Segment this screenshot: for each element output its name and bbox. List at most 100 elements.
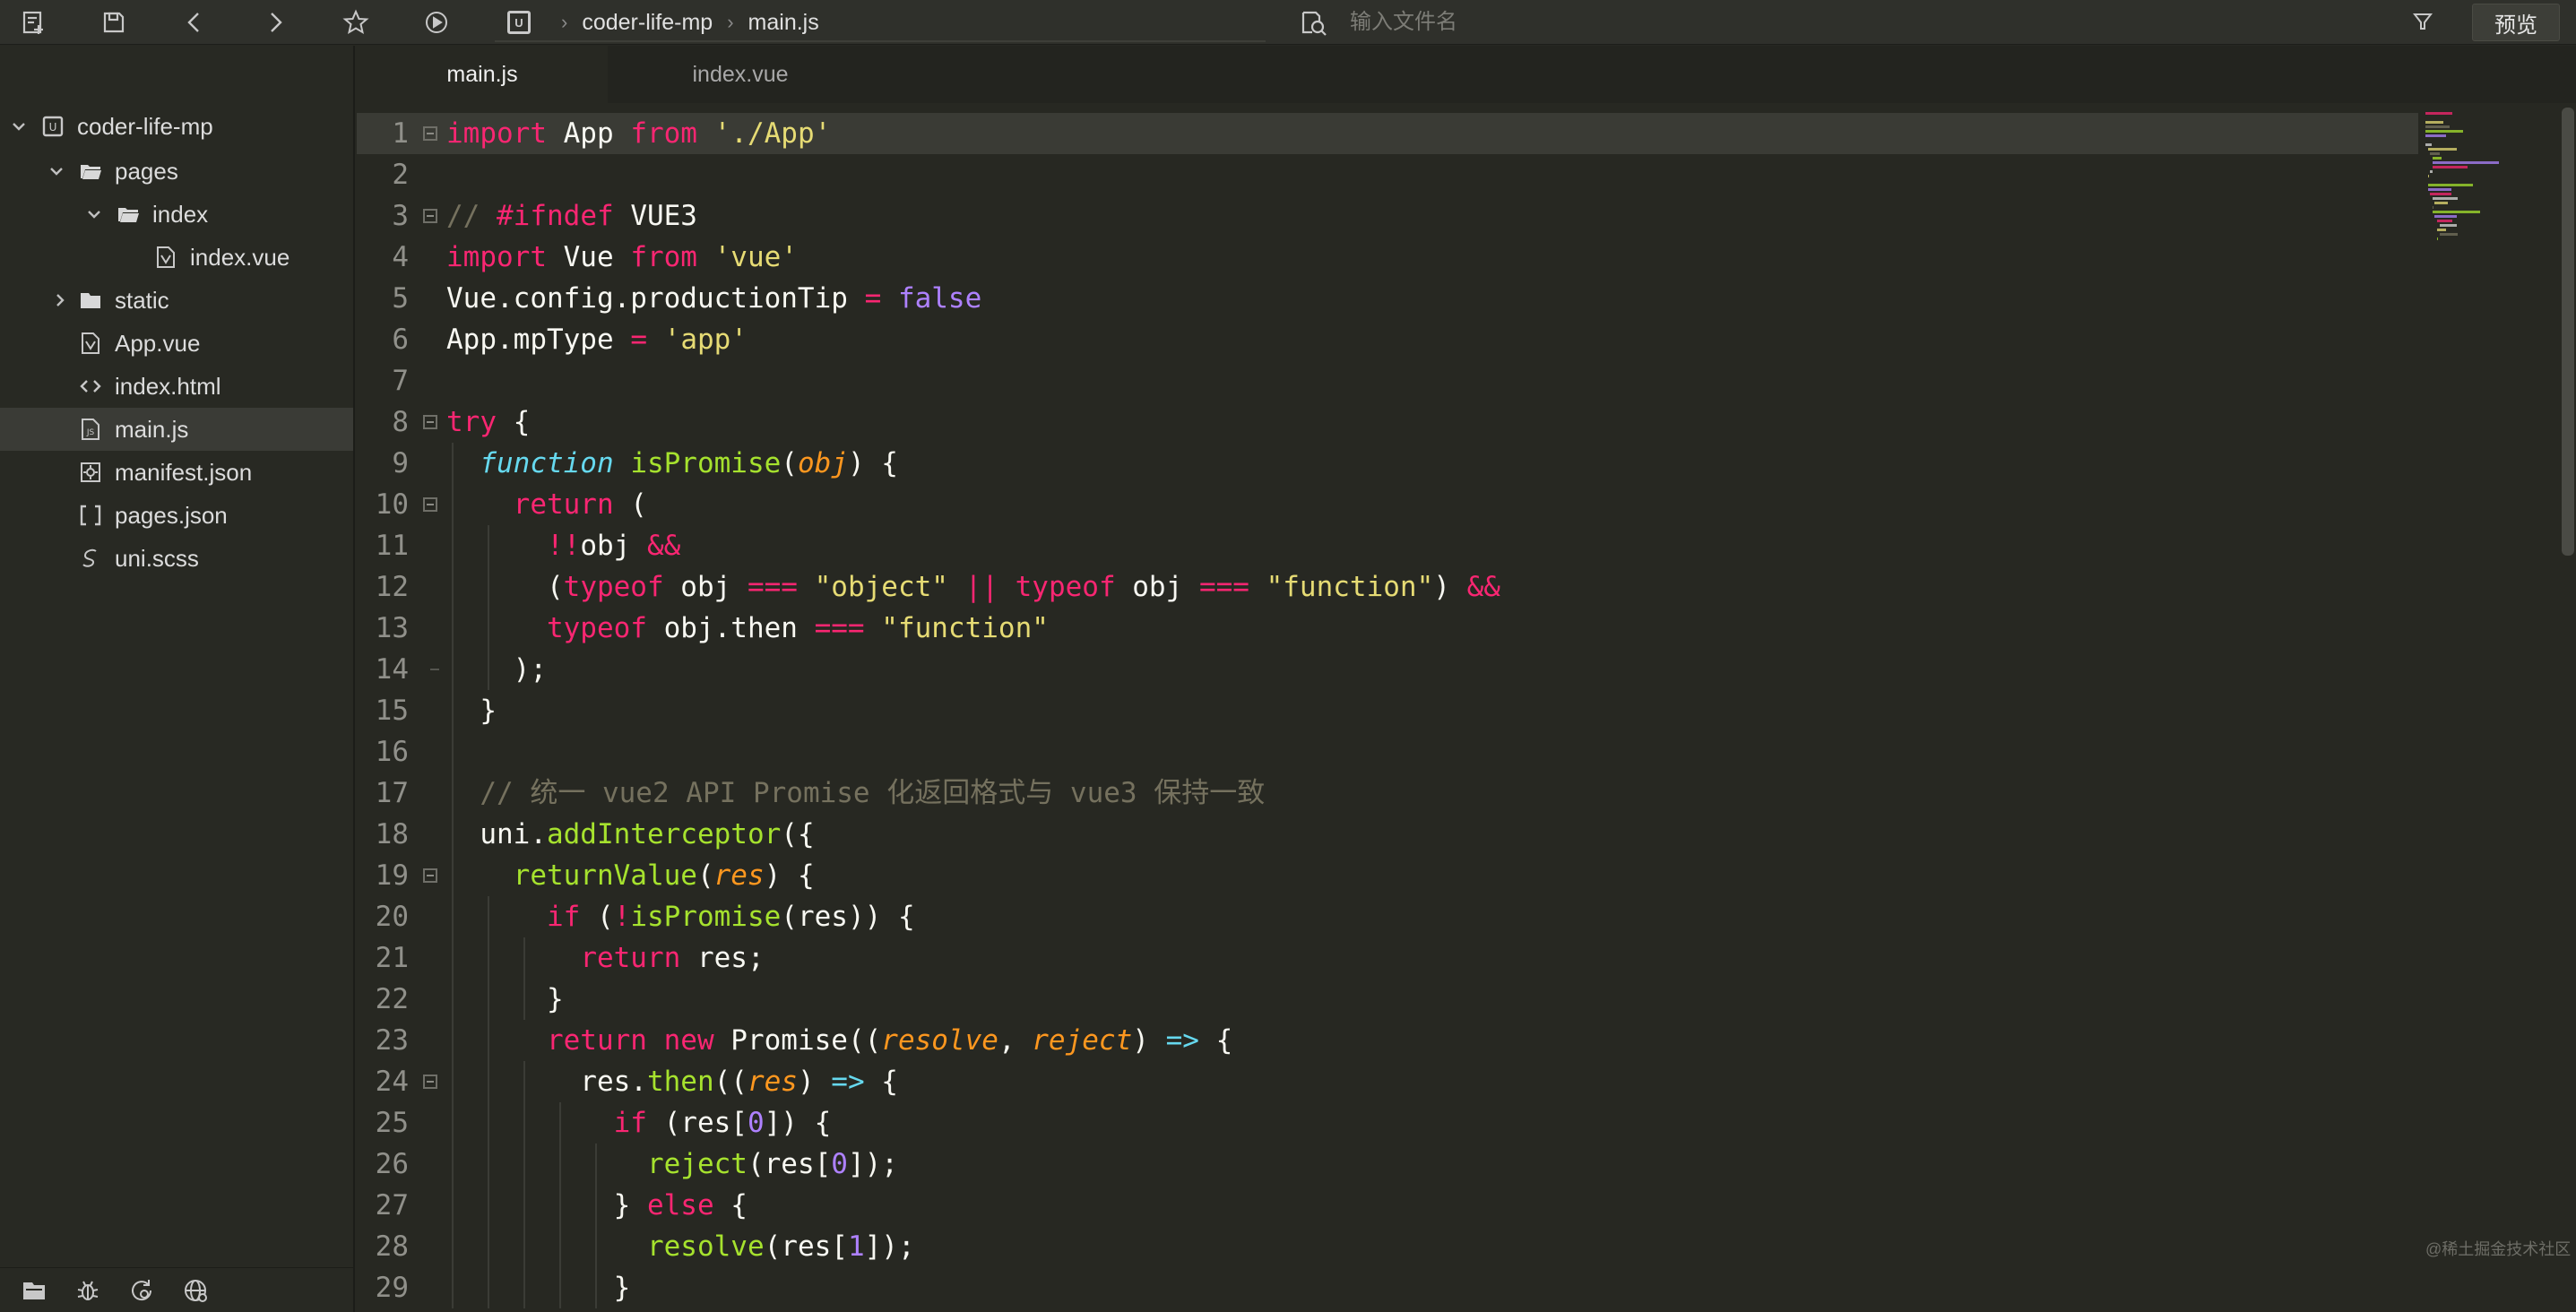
code-line[interactable]: 26 reject(res[0]); [357,1144,2418,1185]
tab-main-js[interactable]: main.js [357,46,608,103]
minimap-line [2434,202,2448,204]
file-search-input[interactable] [1350,10,2246,35]
code-text: try { [446,406,531,438]
line-number: 20 [375,901,409,933]
breadcrumb-project[interactable]: coder-life-mp [582,10,713,36]
minimap-line [2439,233,2459,236]
tree-item-manifest-json[interactable]: manifest.json [0,451,353,494]
minimap-line [2427,188,2451,191]
chevron-right-icon: › [727,11,734,33]
code-line[interactable]: 29 } [357,1267,2418,1308]
code-text: function isPromise(obj) { [480,447,898,479]
run-icon[interactable] [419,5,454,39]
minimap[interactable] [2425,103,2560,408]
code-editor[interactable]: 1 import App from './App' 2 3// #ifndef VUE… [357,103,2418,1312]
code-line[interactable]: 22 } [357,979,2418,1020]
code-line[interactable]: 23 return new Promise((resolve, reject) … [357,1020,2418,1061]
line-number: 21 [375,942,409,974]
fold-toggle-icon[interactable] [423,497,437,512]
tree-item-index-html[interactable]: index.html [0,365,353,408]
code-line[interactable]: 9 function isPromise(obj) { [357,443,2418,484]
tree-item-label: coder-life-mp [77,112,213,140]
code-line[interactable]: 12 (typeof obj === "object" || typeof ob… [357,566,2418,608]
code-text: import App from './App' [446,117,832,150]
code-line[interactable]: 2 [357,154,2418,195]
code-line[interactable]: 6 App.mpType = 'app' [357,319,2418,360]
tab-index-vue[interactable]: index.vue [615,46,866,103]
code-line[interactable]: 19 returnValue(res) { [357,855,2418,896]
code-line[interactable]: 25 if (res[0]) { [357,1102,2418,1144]
line-number: 17 [375,777,409,809]
line-number: 19 [375,859,409,892]
tree-item-main-js[interactable]: JS main.js [0,408,353,451]
fold-toggle-icon[interactable] [423,415,437,429]
vertical-scrollbar[interactable] [2562,108,2574,556]
tree-item-app-vue[interactable]: App.vue [0,322,353,365]
tree-item-pages[interactable]: pages [0,150,353,193]
tree-item-static[interactable]: static [0,279,353,322]
watermark: @稀土掘金技术社区 [2425,1240,2572,1258]
vue-file-icon [154,246,177,269]
breadcrumb-file[interactable]: main.js [748,10,819,36]
back-icon[interactable] [177,5,212,39]
preview-button[interactable]: 预览 [2472,4,2560,41]
code-line[interactable]: 17 // 统一 vue2 API Promise 化返回格式与 vue3 保持… [357,773,2418,814]
folder-icon [79,289,102,312]
code-line[interactable]: 24 res.then((res) => { [357,1061,2418,1102]
code-line[interactable]: 21 return res; [357,937,2418,979]
code-line[interactable]: 18 uni.addInterceptor({ [357,814,2418,855]
code-line[interactable]: 16 [357,731,2418,773]
code-line[interactable]: 3 // #ifndef VUE3 [357,195,2418,237]
browser-icon[interactable] [169,1268,222,1312]
line-number: 14 [375,653,409,686]
sidebar-footer [0,1267,353,1312]
save-icon[interactable] [97,5,131,39]
line-number: 27 [375,1189,409,1221]
code-line[interactable]: 5 Vue.config.productionTip = false [357,278,2418,319]
tree-item-index-vue[interactable]: index.vue [0,236,353,279]
chevron-right-icon[interactable] [50,290,70,310]
line-number: 15 [375,695,409,727]
code-line[interactable]: 7 [357,360,2418,401]
chevron-down-icon[interactable] [9,117,29,136]
filter-icon[interactable] [2412,11,2433,32]
code-line[interactable]: 13 typeof obj.then === "function" [357,608,2418,649]
bug-icon[interactable] [61,1268,115,1312]
tree-item-index-folder[interactable]: index [0,193,353,236]
code-text: return res; [580,942,765,974]
toolbar: U › coder-life-mp › main.js 预览 [0,0,2576,45]
star-icon[interactable] [339,5,373,39]
minimap-line [2425,130,2463,133]
minimap-line [2439,224,2458,227]
fold-toggle-icon[interactable] [423,1075,437,1089]
fold-toggle-icon[interactable] [423,209,437,223]
chevron-down-icon[interactable] [47,161,66,181]
fold-toggle-icon[interactable] [423,868,437,883]
tree-item-project[interactable]: U coder-life-mp [0,105,353,148]
folder-icon[interactable] [7,1268,61,1312]
new-file-icon[interactable] [16,5,50,39]
tree-item-uni-scss[interactable]: uni.scss [0,537,353,580]
code-line[interactable]: 4 import Vue from 'vue' [357,237,2418,278]
refresh-globe-icon[interactable] [115,1268,169,1312]
code-line[interactable]: 15 } [357,690,2418,731]
folder-open-icon [117,203,140,226]
code-line[interactable]: 27 } else { [357,1185,2418,1226]
forward-icon[interactable] [258,5,292,39]
code-line[interactable]: 20 if (!isPromise(res)) { [357,896,2418,937]
fold-toggle-icon[interactable] [423,126,437,141]
code-line[interactable]: 11 !!obj && [357,525,2418,566]
code-line[interactable]: 10 return ( [357,484,2418,525]
code-text: // 统一 vue2 API Promise 化返回格式与 vue3 保持一致 [480,777,1266,809]
code-text: reject(res[0]); [646,1148,898,1180]
code-line[interactable]: 14 ); [357,649,2418,690]
code-line[interactable]: 1 import App from './App' [357,113,2418,154]
tree-item-pages-json[interactable]: pages.json [0,494,353,537]
code-text: uni.addInterceptor({ [446,818,815,850]
js-file-icon: JS [79,418,102,441]
code-line[interactable]: 8 try { [357,401,2418,443]
code-line[interactable]: 28 resolve(res[1]); [357,1226,2418,1267]
chevron-down-icon[interactable] [84,204,104,224]
line-number: 7 [392,365,409,397]
code-text: returnValue(res) { [513,859,815,892]
